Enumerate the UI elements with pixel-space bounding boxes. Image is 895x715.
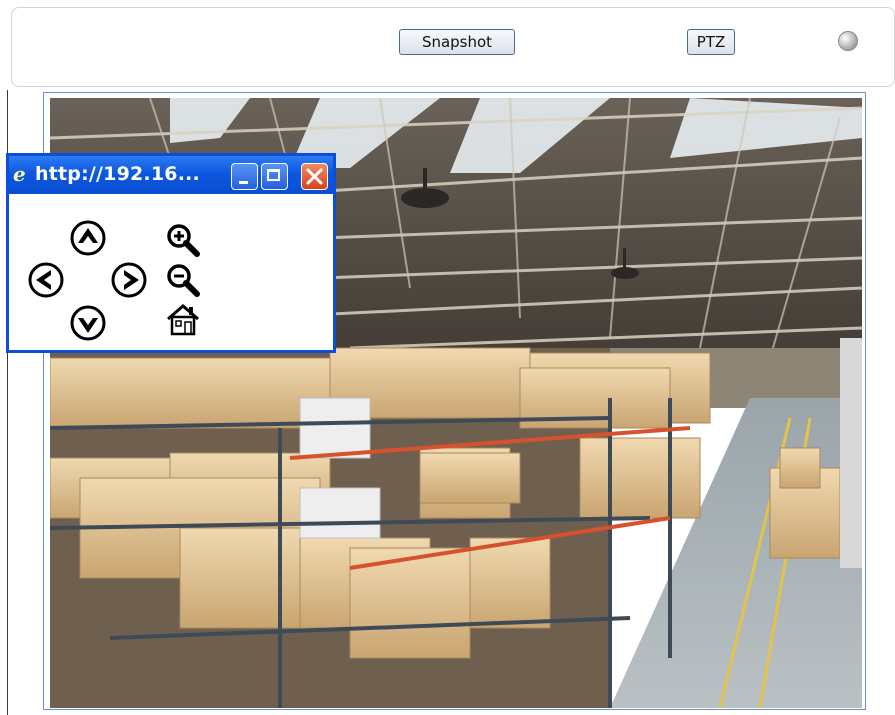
ptz-popup-window[interactable]: e http://192.16... <box>6 153 336 353</box>
close-icon[interactable] <box>301 163 328 190</box>
home-icon[interactable] <box>164 301 202 339</box>
ptz-controls <box>9 194 333 350</box>
zoom-out-icon[interactable] <box>164 261 202 299</box>
pan-left-icon[interactable] <box>27 261 65 299</box>
snapshot-button[interactable]: Snapshot <box>399 29 515 55</box>
popup-title: http://192.16... <box>35 163 200 185</box>
maximize-icon[interactable] <box>261 163 288 190</box>
popup-title-bar[interactable]: e http://192.16... <box>9 156 333 194</box>
minimize-icon[interactable] <box>231 163 258 190</box>
status-indicator <box>838 31 858 51</box>
ie-icon: e <box>13 162 26 186</box>
pan-up-icon[interactable] <box>69 219 107 257</box>
ptz-button[interactable]: PTZ <box>687 29 735 55</box>
pan-down-icon[interactable] <box>69 304 107 342</box>
zoom-in-icon[interactable] <box>164 221 202 259</box>
pan-right-icon[interactable] <box>110 261 148 299</box>
